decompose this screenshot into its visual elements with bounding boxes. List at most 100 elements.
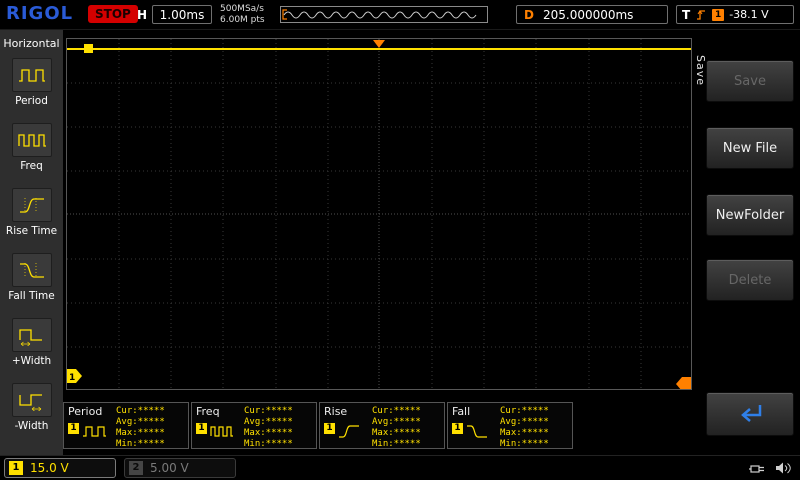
rise-time-icon — [17, 194, 47, 216]
sidebar-item-pos-width: +Width — [0, 314, 63, 379]
pos-width-measure-button[interactable] — [12, 318, 52, 352]
trigger-level-value: -38.1 V — [729, 8, 768, 21]
fall-time-icon — [465, 421, 491, 441]
freq-icon — [209, 421, 235, 441]
trigger-slope-icon — [695, 8, 707, 21]
sidebar-item-rise-time: Rise Time — [0, 184, 63, 249]
measurement-avg: Avg:***** — [116, 417, 165, 427]
rise-time-icon — [337, 421, 363, 441]
measurement-cur: Cur:***** — [244, 406, 293, 416]
measurement-name: Freq — [196, 405, 220, 418]
delete-button[interactable]: Delete — [706, 259, 794, 301]
measurement-min: Min:***** — [244, 439, 293, 449]
delay-label: D — [524, 8, 534, 22]
measurement-avg: Avg:***** — [372, 417, 421, 427]
usb-icon — [748, 462, 766, 476]
measure-sidebar: Horizontal Period Freq — [0, 30, 63, 455]
channel1-status[interactable]: 1 15.0 V — [4, 458, 116, 478]
period-icon — [81, 421, 107, 441]
channel-badge: 1 — [68, 423, 79, 434]
channel-badge: 1 — [196, 423, 207, 434]
timebase-readout: 1.00ms — [152, 5, 212, 24]
trigger-position-marker — [373, 40, 385, 48]
neg-width-icon — [17, 389, 47, 411]
measurement-box-rise[interactable]: Rise 1 Cur:***** Avg:***** Max:***** Min… — [319, 402, 445, 449]
sidebar-item-label: Freq — [20, 160, 43, 172]
trigger-level-marker — [676, 377, 691, 389]
channel-badge: 1 — [324, 423, 335, 434]
measurement-avg: Avg:***** — [244, 417, 293, 427]
new-file-button[interactable]: New File — [706, 127, 794, 169]
channel-status-bar: 1 15.0 V 2 5.00 V — [0, 455, 800, 480]
trigger-label: T — [682, 8, 690, 22]
measurement-box-period[interactable]: Period 1 Cur:***** Avg:***** Max:***** M… — [63, 402, 189, 449]
measurement-max: Max:***** — [372, 428, 421, 438]
oscilloscope-screen: RIGOL STOP H 1.00ms 500MSa/s 6.00M pts D… — [0, 0, 800, 480]
measurement-cur: Cur:***** — [372, 406, 421, 416]
rise-time-measure-button[interactable] — [12, 188, 52, 222]
channel2-scale: 5.00 V — [150, 461, 189, 475]
trigger-readout: T 1 -38.1 V — [676, 5, 794, 24]
measurement-min: Min:***** — [372, 439, 421, 449]
measurement-avg: Avg:***** — [500, 417, 549, 427]
sidebar-title: Horizontal — [0, 30, 63, 54]
measurement-max: Max:***** — [500, 428, 549, 438]
horizontal-label: H — [137, 8, 147, 22]
period-measure-button[interactable] — [12, 58, 52, 92]
measurement-results-row: Period 1 Cur:***** Avg:***** Max:***** M… — [63, 402, 573, 449]
graticule: 1 — [67, 39, 691, 389]
waveform-display: 1 — [66, 38, 692, 390]
measurement-box-freq[interactable]: Freq 1 Cur:***** Avg:***** Max:***** Min… — [191, 402, 317, 449]
preview-wave-icon — [281, 7, 487, 22]
run-state-badge: STOP — [88, 5, 138, 23]
fall-time-icon — [17, 259, 47, 281]
period-icon — [17, 64, 47, 86]
acquisition-info: 500MSa/s 6.00M pts — [220, 4, 265, 26]
sidebar-item-label: -Width — [15, 420, 49, 432]
channel2-status[interactable]: 2 5.00 V — [124, 458, 236, 478]
measurement-box-fall[interactable]: Fall 1 Cur:***** Avg:***** Max:***** Min… — [447, 402, 573, 449]
measurement-cur: Cur:***** — [500, 406, 549, 416]
channel1-scale: 15.0 V — [30, 461, 69, 475]
sidebar-item-label: Fall Time — [8, 290, 54, 302]
sidebar-item-period: Period — [0, 54, 63, 119]
measurement-name: Rise — [324, 405, 347, 418]
channel1-badge: 1 — [9, 461, 23, 475]
top-status-bar: RIGOL STOP H 1.00ms 500MSa/s 6.00M pts D… — [0, 0, 800, 30]
measurement-max: Max:***** — [116, 428, 165, 438]
trigger-source-badge: 1 — [712, 9, 724, 21]
fall-time-measure-button[interactable] — [12, 253, 52, 287]
back-button[interactable] — [706, 392, 794, 436]
sidebar-item-neg-width: -Width — [0, 379, 63, 444]
trace-clip-marker — [84, 44, 93, 53]
waveform-preview — [280, 6, 488, 23]
channel-badge: 1 — [452, 423, 463, 434]
channel2-badge: 2 — [129, 461, 143, 475]
measurement-name: Period — [68, 405, 102, 418]
sidebar-item-label: Period — [15, 95, 48, 107]
new-folder-button[interactable]: NewFolder — [706, 194, 794, 236]
pos-width-icon — [17, 324, 47, 346]
softkey-menu: Save Save New File NewFolder Delete — [692, 30, 800, 455]
sidebar-item-fall-time: Fall Time — [0, 249, 63, 314]
speaker-icon — [774, 461, 792, 476]
freq-measure-button[interactable] — [12, 123, 52, 157]
measurement-min: Min:***** — [500, 439, 549, 449]
neg-width-measure-button[interactable] — [12, 383, 52, 417]
rigol-logo: RIGOL — [6, 3, 73, 24]
sidebar-item-freq: Freq — [0, 119, 63, 184]
measurement-cur: Cur:***** — [116, 406, 165, 416]
sample-rate: 500MSa/s — [220, 4, 265, 15]
sidebar-item-label: Rise Time — [6, 225, 57, 237]
freq-icon — [17, 129, 47, 151]
delay-readout: D 205.000000ms — [516, 5, 668, 24]
measurement-name: Fall — [452, 405, 470, 418]
svg-text:1: 1 — [69, 373, 75, 383]
sidebar-item-label: +Width — [12, 355, 51, 367]
return-arrow-icon — [732, 401, 768, 427]
measurement-min: Min:***** — [116, 439, 165, 449]
measurement-max: Max:***** — [244, 428, 293, 438]
memory-depth: 6.00M pts — [220, 15, 265, 26]
delay-value: 205.000000ms — [543, 8, 633, 22]
save-button[interactable]: Save — [706, 60, 794, 102]
